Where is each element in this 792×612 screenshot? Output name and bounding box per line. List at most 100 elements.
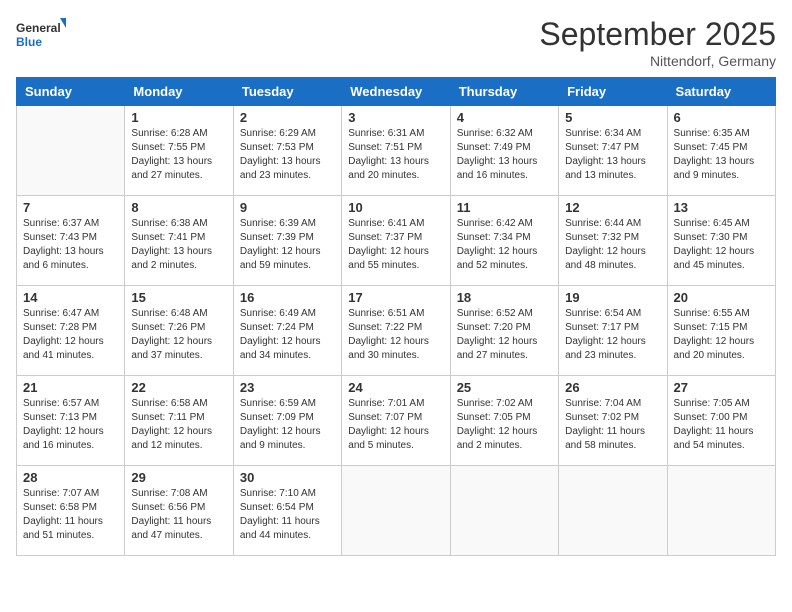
calendar-cell-w1-d0 <box>17 106 125 196</box>
calendar-cell-w1-d6: 6 Sunrise: 6:35 AMSunset: 7:45 PMDaylight… <box>667 106 775 196</box>
weekday-header-row: Sunday Monday Tuesday Wednesday Thursday… <box>17 78 776 106</box>
day-number: 14 <box>23 290 118 305</box>
day-number: 1 <box>131 110 226 125</box>
day-info: Sunrise: 6:32 AMSunset: 7:49 PMDaylight:… <box>457 127 552 183</box>
calendar-cell-w1-d5: 5 Sunrise: 6:34 AMSunset: 7:47 PMDaylight… <box>559 106 667 196</box>
day-number: 12 <box>565 200 660 215</box>
header-sunday: Sunday <box>17 78 125 106</box>
calendar-cell-w3-d0: 14 Sunrise: 6:47 AMSunset: 7:28 PMDayligh… <box>17 286 125 376</box>
calendar-cell-w2-d4: 11 Sunrise: 6:42 AMSunset: 7:34 PMDayligh… <box>450 196 558 286</box>
calendar-cell-w5-d1: 29Sunrise: 7:08 AMSunset: 6:56 PMDayligh… <box>125 466 233 556</box>
logo-svg: General Blue <box>16 16 66 56</box>
week-row-3: 14 Sunrise: 6:47 AMSunset: 7:28 PMDayligh… <box>17 286 776 376</box>
day-info: Sunrise: 6:35 AMSunset: 7:45 PMDaylight:… <box>674 127 769 183</box>
header-saturday: Saturday <box>667 78 775 106</box>
day-info: Sunrise: 6:57 AMSunset: 7:13 PMDaylight:… <box>23 397 118 453</box>
day-info: Sunrise: 6:29 AMSunset: 7:53 PMDaylight:… <box>240 127 335 183</box>
day-number: 6 <box>674 110 769 125</box>
calendar-cell-w3-d3: 17Sunrise: 6:51 AMSunset: 7:22 PMDayligh… <box>342 286 450 376</box>
calendar-cell-w3-d1: 15 Sunrise: 6:48 AMSunset: 7:26 PMDayligh… <box>125 286 233 376</box>
day-number: 30 <box>240 470 335 485</box>
week-row-4: 21Sunrise: 6:57 AMSunset: 7:13 PMDayligh… <box>17 376 776 466</box>
calendar-cell-w4-d2: 23Sunrise: 6:59 AMSunset: 7:09 PMDayligh… <box>233 376 341 466</box>
day-number: 27 <box>674 380 769 395</box>
day-info: Sunrise: 7:07 AMSunset: 6:58 PMDaylight:… <box>23 487 118 543</box>
day-info: Sunrise: 6:31 AMSunset: 7:51 PMDaylight:… <box>348 127 443 183</box>
svg-text:General: General <box>16 21 61 35</box>
day-info: Sunrise: 6:34 AMSunset: 7:47 PMDaylight:… <box>565 127 660 183</box>
day-number: 19 <box>565 290 660 305</box>
day-info: Sunrise: 6:45 AMSunset: 7:30 PMDaylight:… <box>674 217 769 273</box>
calendar-cell-w2-d3: 10 Sunrise: 6:41 AMSunset: 7:37 PMDayligh… <box>342 196 450 286</box>
day-info: Sunrise: 7:08 AMSunset: 6:56 PMDaylight:… <box>131 487 226 543</box>
calendar-cell-w2-d6: 13 Sunrise: 6:45 AMSunset: 7:30 PMDayligh… <box>667 196 775 286</box>
calendar-cell-w3-d6: 20Sunrise: 6:55 AMSunset: 7:15 PMDayligh… <box>667 286 775 376</box>
day-number: 17 <box>348 290 443 305</box>
day-number: 8 <box>131 200 226 215</box>
calendar-table: Sunday Monday Tuesday Wednesday Thursday… <box>16 77 776 556</box>
day-info: Sunrise: 6:48 AMSunset: 7:26 PMDaylight:… <box>131 307 226 363</box>
day-number: 28 <box>23 470 118 485</box>
calendar-cell-w2-d1: 8 Sunrise: 6:38 AMSunset: 7:41 PMDaylight… <box>125 196 233 286</box>
day-info: Sunrise: 6:47 AMSunset: 7:28 PMDaylight:… <box>23 307 118 363</box>
day-number: 15 <box>131 290 226 305</box>
calendar-cell-w3-d2: 16 Sunrise: 6:49 AMSunset: 7:24 PMDayligh… <box>233 286 341 376</box>
week-row-2: 7Sunrise: 6:37 AMSunset: 7:43 PMDaylight… <box>17 196 776 286</box>
title-section: September 2025 Nittendorf, Germany <box>539 16 776 69</box>
calendar-cell-w5-d3 <box>342 466 450 556</box>
calendar-cell-w1-d3: 3 Sunrise: 6:31 AMSunset: 7:51 PMDaylight… <box>342 106 450 196</box>
day-info: Sunrise: 6:28 AMSunset: 7:55 PMDaylight:… <box>131 127 226 183</box>
calendar-cell-w4-d5: 26 Sunrise: 7:04 AMSunset: 7:02 PMDayligh… <box>559 376 667 466</box>
calendar-title: September 2025 <box>539 16 776 53</box>
calendar-cell-w1-d1: 1 Sunrise: 6:28 AMSunset: 7:55 PMDaylight… <box>125 106 233 196</box>
day-info: Sunrise: 6:44 AMSunset: 7:32 PMDaylight:… <box>565 217 660 273</box>
calendar-cell-w5-d5 <box>559 466 667 556</box>
header-thursday: Thursday <box>450 78 558 106</box>
day-number: 11 <box>457 200 552 215</box>
day-number: 18 <box>457 290 552 305</box>
day-number: 2 <box>240 110 335 125</box>
calendar-cell-w1-d2: 2 Sunrise: 6:29 AMSunset: 7:53 PMDaylight… <box>233 106 341 196</box>
day-info: Sunrise: 7:01 AMSunset: 7:07 PMDaylight:… <box>348 397 443 453</box>
svg-text:Blue: Blue <box>16 35 42 49</box>
day-info: Sunrise: 6:37 AMSunset: 7:43 PMDaylight:… <box>23 217 118 273</box>
day-info: Sunrise: 6:58 AMSunset: 7:11 PMDaylight:… <box>131 397 226 453</box>
day-number: 4 <box>457 110 552 125</box>
day-info: Sunrise: 6:49 AMSunset: 7:24 PMDaylight:… <box>240 307 335 363</box>
day-info: Sunrise: 7:02 AMSunset: 7:05 PMDaylight:… <box>457 397 552 453</box>
day-info: Sunrise: 6:54 AMSunset: 7:17 PMDaylight:… <box>565 307 660 363</box>
day-number: 25 <box>457 380 552 395</box>
calendar-cell-w4-d0: 21Sunrise: 6:57 AMSunset: 7:13 PMDayligh… <box>17 376 125 466</box>
calendar-cell-w5-d6 <box>667 466 775 556</box>
calendar-cell-w5-d2: 30 Sunrise: 7:10 AMSunset: 6:54 PMDayligh… <box>233 466 341 556</box>
day-info: Sunrise: 7:04 AMSunset: 7:02 PMDaylight:… <box>565 397 660 453</box>
calendar-cell-w3-d4: 18 Sunrise: 6:52 AMSunset: 7:20 PMDayligh… <box>450 286 558 376</box>
day-info: Sunrise: 6:52 AMSunset: 7:20 PMDaylight:… <box>457 307 552 363</box>
calendar-cell-w3-d5: 19 Sunrise: 6:54 AMSunset: 7:17 PMDayligh… <box>559 286 667 376</box>
header-friday: Friday <box>559 78 667 106</box>
calendar-cell-w2-d5: 12 Sunrise: 6:44 AMSunset: 7:32 PMDayligh… <box>559 196 667 286</box>
day-info: Sunrise: 6:41 AMSunset: 7:37 PMDaylight:… <box>348 217 443 273</box>
day-number: 13 <box>674 200 769 215</box>
day-info: Sunrise: 6:38 AMSunset: 7:41 PMDaylight:… <box>131 217 226 273</box>
day-number: 26 <box>565 380 660 395</box>
day-number: 3 <box>348 110 443 125</box>
calendar-cell-w2-d0: 7Sunrise: 6:37 AMSunset: 7:43 PMDaylight… <box>17 196 125 286</box>
day-info: Sunrise: 6:42 AMSunset: 7:34 PMDaylight:… <box>457 217 552 273</box>
calendar-cell-w1-d4: 4 Sunrise: 6:32 AMSunset: 7:49 PMDaylight… <box>450 106 558 196</box>
calendar-body: 1 Sunrise: 6:28 AMSunset: 7:55 PMDaylight… <box>17 106 776 556</box>
logo: General Blue <box>16 16 66 56</box>
day-info: Sunrise: 6:59 AMSunset: 7:09 PMDaylight:… <box>240 397 335 453</box>
day-number: 16 <box>240 290 335 305</box>
day-number: 10 <box>348 200 443 215</box>
header-tuesday: Tuesday <box>233 78 341 106</box>
calendar-cell-w4-d4: 25 Sunrise: 7:02 AMSunset: 7:05 PMDayligh… <box>450 376 558 466</box>
calendar-cell-w4-d1: 22Sunrise: 6:58 AMSunset: 7:11 PMDayligh… <box>125 376 233 466</box>
calendar-cell-w5-d0: 28 Sunrise: 7:07 AMSunset: 6:58 PMDayligh… <box>17 466 125 556</box>
day-number: 5 <box>565 110 660 125</box>
header-monday: Monday <box>125 78 233 106</box>
calendar-cell-w5-d4 <box>450 466 558 556</box>
calendar-cell-w2-d2: 9Sunrise: 6:39 AMSunset: 7:39 PMDaylight… <box>233 196 341 286</box>
header-wednesday: Wednesday <box>342 78 450 106</box>
day-info: Sunrise: 7:10 AMSunset: 6:54 PMDaylight:… <box>240 487 335 543</box>
